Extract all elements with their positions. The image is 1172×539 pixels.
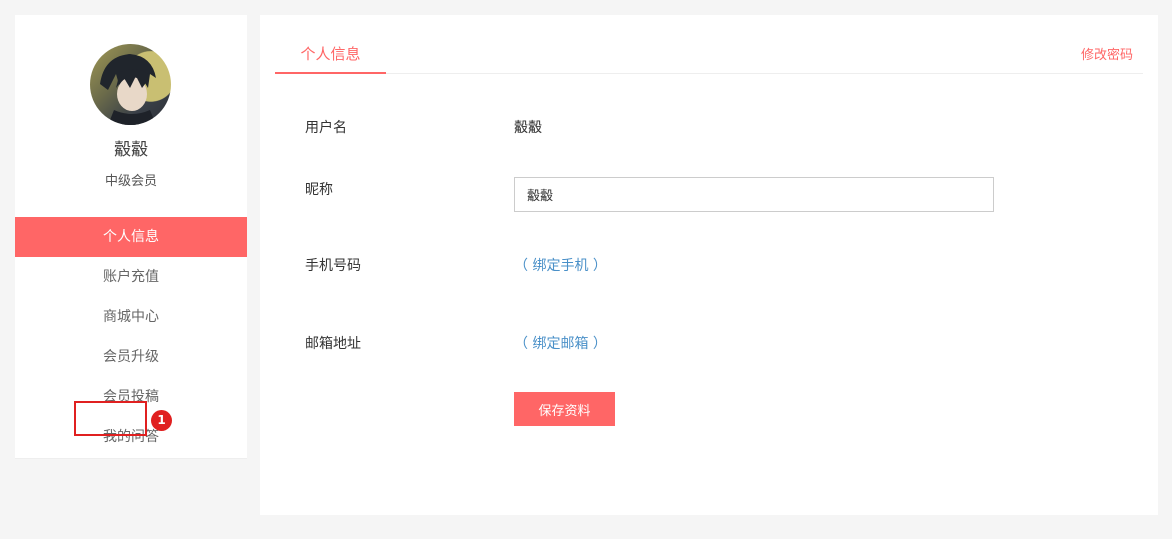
username: 觳觳 [114,140,148,160]
annotation-highlight-box [74,401,147,436]
tab-profile[interactable]: 个人信息 [275,43,386,74]
bind-email-link[interactable]: （ 绑定邮箱 ） [514,333,607,353]
avatar-image-icon [100,54,156,125]
username-label: 用户名 [305,120,347,136]
avatar[interactable] [90,44,171,125]
member-level: 中级会员 [104,174,157,189]
tab-bar: 个人信息 修改密码 [275,15,1143,74]
username-value: 觳觳 [514,120,542,136]
email-label: 邮箱地址 [305,336,361,352]
sidebar-item-upgrade[interactable]: 会员升级 [15,337,247,377]
main-panel: 个人信息 修改密码 用户名 觳觳 昵称 手机号码 （ 绑定手机 ） 邮箱地址 （… [260,15,1158,515]
sidebar-item-profile[interactable]: 个人信息 [15,217,247,257]
bind-phone-link[interactable]: （ 绑定手机 ） [514,255,607,275]
sidebar: 觳觳 中级会员 个人信息 账户充值 商城中心 会员升级 会员投稿 我的问答 [15,15,247,459]
sidebar-item-mall[interactable]: 商城中心 [15,297,247,337]
sidebar-item-recharge[interactable]: 账户充值 [15,257,247,297]
phone-label: 手机号码 [305,258,361,274]
annotation-badge: 1 [151,410,172,431]
nickname-input[interactable] [514,177,994,212]
nickname-label: 昵称 [305,182,333,198]
change-password-link[interactable]: 修改密码 [1081,44,1133,63]
save-profile-button[interactable]: 保存资料 [514,392,615,426]
